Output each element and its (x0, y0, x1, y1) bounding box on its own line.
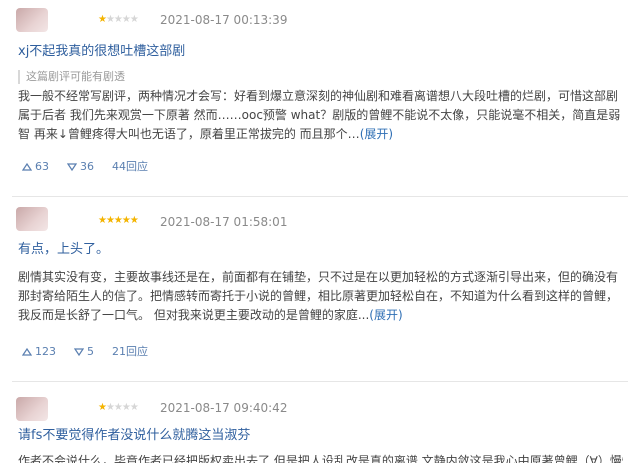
divider (12, 196, 628, 197)
downvote-count: 36 (80, 160, 94, 173)
upvote-count: 63 (35, 160, 49, 173)
upvote-button[interactable]: 123 (22, 345, 56, 359)
review-title[interactable]: 请fs不要觉得作者没说什么就腾这当淑芬 (18, 428, 250, 444)
review-body: 我一般不经常写剧评，两种情况才会写：好看到爆立意深刻的神仙剧和难看离谱想八大段吐… (18, 87, 623, 144)
spoiler-notice: 这篇剧评可能有剧透 (18, 70, 125, 84)
star-icon: ★ (98, 14, 107, 25)
downvote-count: 5 (87, 345, 94, 358)
thumb-up-icon (22, 347, 32, 356)
star-rating: ★★★★★ (98, 214, 139, 228)
divider (12, 381, 628, 382)
star-rating: ★★★★★ (98, 13, 139, 27)
star-rating: ★★★★★ (98, 401, 139, 415)
review-date: 2021-08-17 01:58:01 (160, 215, 288, 229)
replies-link[interactable]: 21回应 (112, 345, 148, 359)
review-text: 剧情其实没有变，主要故事线还是在，前面都有在铺垫，只不过是在以更加轻松的方式逐渐… (18, 270, 619, 322)
star-icon: ★ (98, 402, 107, 413)
downvote-button[interactable]: 5 (74, 345, 94, 359)
star-icon: ★★★★ (105, 402, 139, 413)
downvote-button[interactable]: 36 (67, 160, 94, 174)
review-actions: 63 36 44回应 (22, 160, 166, 174)
avatar[interactable] (16, 397, 48, 421)
star-icon: ★★★★ (105, 14, 139, 25)
avatar[interactable] (16, 8, 48, 32)
star-icon: ★★★★★ (98, 215, 139, 226)
review-body: 剧情其实没有变，主要故事线还是在，前面都有在铺垫，只不过是在以更加轻松的方式逐渐… (18, 268, 623, 325)
review-body: 作者不会说什么，毕竟作者已经把版权卖出去了 但是把人设乱改是真的离谱 文静内敛这… (18, 452, 623, 463)
expand-link[interactable]: (展开) (369, 308, 402, 322)
review-text: 我一般不经常写剧评，两种情况才会写：好看到爆立意深刻的神仙剧和难看离谱想八大段吐… (18, 89, 621, 141)
thumb-up-icon (22, 162, 32, 171)
review-actions: 123 5 21回应 (22, 345, 166, 359)
expand-link[interactable]: (展开) (360, 127, 393, 141)
thumb-down-icon (67, 163, 77, 172)
review-title[interactable]: 有点，上头了。 (18, 242, 109, 258)
review-date: 2021-08-17 09:40:42 (160, 401, 288, 415)
review-text: 作者不会说什么，毕竟作者已经把版权卖出去了 但是把人设乱改是真的离谱 文静内敛这… (18, 454, 623, 463)
thumb-down-icon (74, 348, 84, 357)
upvote-button[interactable]: 63 (22, 160, 49, 174)
review-date: 2021-08-17 00:13:39 (160, 13, 288, 27)
replies-link[interactable]: 44回应 (112, 160, 148, 174)
avatar[interactable] (16, 207, 48, 231)
upvote-count: 123 (35, 345, 56, 358)
review-title[interactable]: xj不起我真的很想吐槽这部剧 (18, 44, 185, 60)
